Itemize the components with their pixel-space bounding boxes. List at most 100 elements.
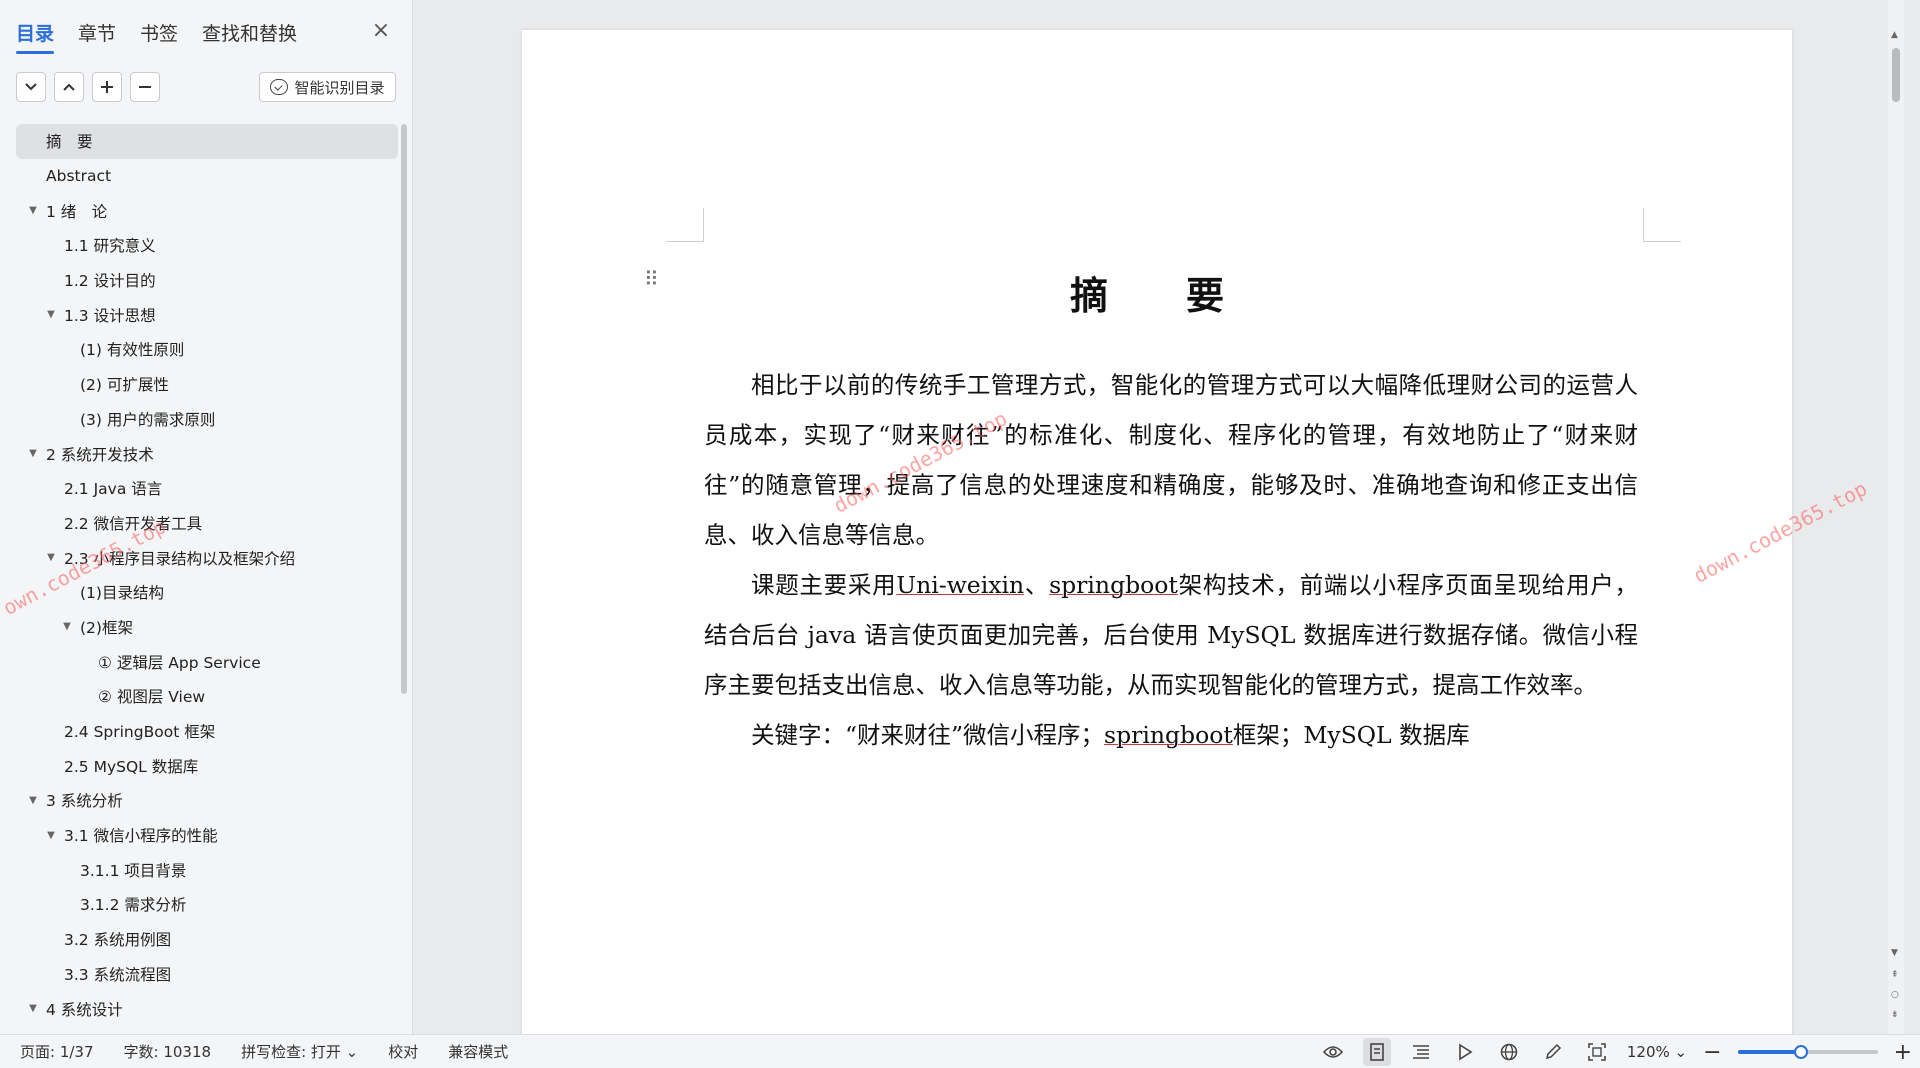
- toc-item[interactable]: 3.2 系统用例图: [16, 922, 398, 957]
- toc-item[interactable]: ② 视图层 View: [16, 679, 398, 714]
- toc-item[interactable]: ▼ 3.1 微信小程序的性能: [16, 818, 398, 853]
- toc-item[interactable]: ▼ 1 绪 论: [16, 193, 398, 228]
- toc-item[interactable]: 摘 要: [16, 124, 398, 159]
- toc-item[interactable]: 2.1 Java 语言: [16, 471, 398, 506]
- toc-item-label: 摘 要: [46, 133, 93, 152]
- zoom-in-icon[interactable]: +: [1894, 1040, 1912, 1065]
- toc-item[interactable]: ① 逻辑层 App Service: [16, 644, 398, 679]
- page-view-icon[interactable]: [1362, 1038, 1391, 1066]
- eye-icon[interactable]: [1319, 1038, 1347, 1066]
- toc-item-label: 1.3 设计思想: [64, 306, 156, 325]
- zoom-slider-knob[interactable]: [1793, 1045, 1808, 1059]
- page-title: 摘 要: [1069, 273, 1244, 318]
- zoom-out-icon[interactable]: −: [1703, 1040, 1721, 1065]
- toc-item[interactable]: 3.1.2 需求分析: [16, 887, 398, 922]
- zoom-slider[interactable]: [1737, 1045, 1878, 1059]
- plus-icon[interactable]: [92, 72, 122, 102]
- tab-chapters[interactable]: 章节: [78, 19, 116, 52]
- proofread-button[interactable]: 校对: [373, 1041, 433, 1062]
- expand-arrow-icon[interactable]: ▼: [44, 309, 58, 320]
- document-body[interactable]: 相比于以前的传统手工管理方式，智能化的管理方式可以大幅降低理财公司的运营人员成本…: [704, 360, 1638, 760]
- word-count[interactable]: 字数: 10318: [109, 1041, 227, 1062]
- toc-item[interactable]: Abstract: [16, 159, 398, 194]
- text-run: 、: [1024, 571, 1050, 599]
- smart-toc-label: 智能识别目录: [294, 78, 385, 97]
- chevron-down-icon[interactable]: [16, 72, 46, 102]
- spellcheck-underlined-word: Uni-weixin: [896, 571, 1025, 599]
- toc-item[interactable]: (3) 用户的需求原则: [16, 402, 398, 437]
- select-browse-icon[interactable]: ○: [1891, 990, 1899, 1000]
- pen-icon[interactable]: [1539, 1038, 1567, 1066]
- text-run: “财来财往”微信小程序；: [845, 721, 1105, 749]
- toc-item-label: 2 系统开发技术: [46, 445, 154, 464]
- toc-item[interactable]: ▼ (2)框架: [16, 610, 398, 645]
- toc-item-label: (3) 用户的需求原则: [80, 410, 216, 429]
- close-pane-button[interactable]: ×: [368, 18, 394, 44]
- paragraph: 课题主要采用Uni-weixin、springboot架构技术，前端以小程序页面…: [704, 560, 1638, 710]
- spellcheck-underlined-word: springboot: [1104, 721, 1233, 749]
- prev-page-icon[interactable]: ⇞: [1891, 970, 1899, 980]
- toc-item-label: (2)框架: [80, 618, 133, 637]
- toc-item[interactable]: 1.2 设计目的: [16, 263, 398, 298]
- toc-item[interactable]: 3.3 系统流程图: [16, 957, 398, 992]
- toc-item[interactable]: 2.5 MySQL 数据库: [16, 748, 398, 783]
- outline-view-icon[interactable]: [1407, 1038, 1435, 1066]
- zoom-slider-fill: [1737, 1050, 1801, 1054]
- toc-item-label: 2.1 Java 语言: [64, 480, 163, 499]
- tab-bookmarks[interactable]: 书签: [140, 19, 178, 52]
- toc-item-label: Abstract: [46, 167, 112, 186]
- toc-scrollbar[interactable]: [401, 124, 407, 694]
- toc-item-label: (1) 有效性原则: [80, 341, 185, 360]
- toc-item[interactable]: 2.4 SpringBoot 框架: [16, 714, 398, 749]
- web-layout-icon[interactable]: [1495, 1038, 1523, 1066]
- toc-item[interactable]: ▼ 2 系统开发技术: [16, 436, 398, 471]
- expand-arrow-icon[interactable]: ▼: [60, 621, 74, 632]
- expand-arrow-icon[interactable]: ▼: [26, 1003, 40, 1014]
- toc-item[interactable]: (2) 可扩展性: [16, 367, 398, 402]
- status-bar: 页面: 1/37 字数: 10318 拼写检查: 打开 ⌄ 校对 兼容模式 12…: [0, 1034, 1920, 1068]
- status-bar-tools: 120% ⌄ − +: [1319, 1035, 1912, 1068]
- toc-item[interactable]: ▼ 1.3 设计思想: [16, 297, 398, 332]
- scroll-down-icon[interactable]: ▼: [1891, 948, 1898, 958]
- toc-item-label: 3.1.2 需求分析: [80, 896, 187, 915]
- zoom-level[interactable]: 120% ⌄: [1627, 1043, 1687, 1061]
- expand-arrow-icon[interactable]: ▼: [26, 205, 40, 216]
- minus-icon[interactable]: [130, 72, 160, 102]
- smart-toc-button[interactable]: 智能识别目录: [259, 72, 396, 102]
- toc-item-label: 3.2 系统用例图: [64, 931, 172, 950]
- document-scrollbar[interactable]: ▲ ▼ ⇞ ○ ⇟: [1888, 0, 1904, 1034]
- page-indicator[interactable]: 页面: 1/37: [0, 1041, 109, 1062]
- toc-item-label: 2.4 SpringBoot 框架: [64, 723, 216, 742]
- toc-item[interactable]: 2.2 微信开发者工具: [16, 506, 398, 541]
- scroll-up-icon[interactable]: ▲: [1891, 30, 1898, 40]
- spellcheck-underlined-word: springboot: [1049, 571, 1178, 599]
- scroll-thumb[interactable]: [1892, 48, 1900, 102]
- play-icon[interactable]: [1451, 1038, 1479, 1066]
- tab-find-replace[interactable]: 查找和替换: [202, 19, 297, 52]
- compat-mode-label: 兼容模式: [448, 1043, 509, 1061]
- paragraph: 相比于以前的传统手工管理方式，智能化的管理方式可以大幅降低理财公司的运营人员成本…: [704, 371, 1638, 549]
- spellcheck-toggle[interactable]: 拼写检查: 打开 ⌄: [226, 1041, 373, 1062]
- toc-item-label: 3 系统分析: [46, 792, 123, 811]
- text-run: 框架；MySQL 数据库: [1232, 721, 1470, 749]
- toc-item[interactable]: (1) 有效性原则: [16, 332, 398, 367]
- page-corner-mark: [666, 208, 704, 242]
- toc-item[interactable]: ▼ 4 系统设计: [16, 991, 398, 1026]
- tab-toc[interactable]: 目录: [16, 19, 55, 54]
- expand-arrow-icon[interactable]: ▼: [26, 795, 40, 806]
- fit-page-icon[interactable]: [1583, 1038, 1611, 1066]
- toc-item[interactable]: ▼ 3 系统分析: [16, 783, 398, 818]
- sidebar-tabs: 目录 章节 书签 查找和替换: [16, 16, 297, 54]
- next-page-icon[interactable]: ⇟: [1891, 1010, 1899, 1020]
- toc-item-label: 3.1 微信小程序的性能: [64, 827, 218, 846]
- expand-arrow-icon[interactable]: ▼: [44, 552, 58, 563]
- toc-item-label: ② 视图层 View: [98, 688, 206, 707]
- toc-toolbar: [16, 72, 160, 102]
- expand-arrow-icon[interactable]: ▼: [26, 448, 40, 459]
- toc-item[interactable]: 1.1 研究意义: [16, 228, 398, 263]
- toc-item-label: (1)目录结构: [80, 584, 164, 603]
- expand-arrow-icon[interactable]: ▼: [44, 830, 58, 841]
- toc-item[interactable]: 3.1.1 项目背景: [16, 852, 398, 887]
- toc-item-label: 1.2 设计目的: [64, 272, 156, 291]
- chevron-up-icon[interactable]: [54, 72, 84, 102]
